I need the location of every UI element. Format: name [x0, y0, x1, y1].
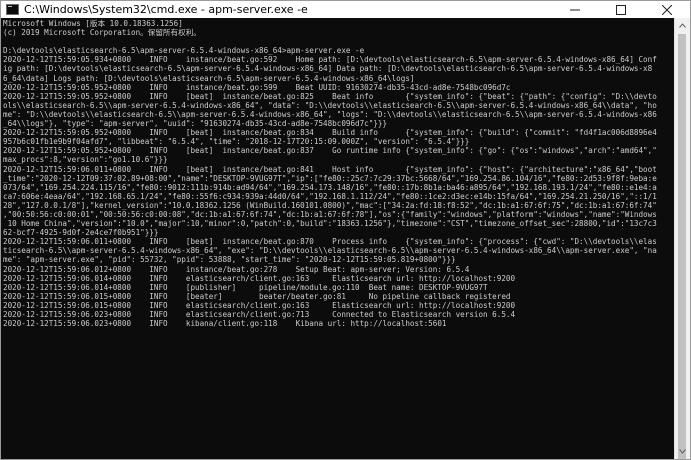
console-line: _64\\logs"}, "type": "apm-server", "uuid… [3, 119, 388, 129]
console-line: 28","127.0.0.1/8"],"kernel_version":"10.… [3, 200, 657, 210]
console-line: me": "D:\\devtools\\elasticsearch-6.5\\a… [3, 109, 657, 119]
console-line: 62-bcf7-4925-9d0f-2e4ce7f0b951"}}} [3, 228, 159, 238]
minimize-icon [570, 9, 580, 10]
console-line: 2020-12-12T15:59:06.014+0800 INFO [publi… [3, 282, 488, 292]
console-line: 957b6c01fb1e9b9f04afd7", "libbeat": "6.5… [3, 137, 470, 147]
console-line: 2020-12-12T15:59:05.952+0800 INFO [beat]… [3, 146, 657, 156]
console-line: 2020-12-12T15:59:06.023+0800 INFO kibana… [3, 319, 447, 329]
console-line: ca7:606e:4eaa/64","192.168.65.1/24","fe8… [3, 191, 657, 201]
console-line: D:\devtools\elasticsearch-6.5\apm-server… [3, 46, 365, 56]
chevron-down-icon [679, 449, 686, 454]
chevron-up-icon [679, 23, 686, 28]
console-line: 2020-12-12T15:59:06.011+0800 INFO [beat]… [3, 164, 657, 174]
console-line: me": "apm-server.exe", "pid": 55732, "pp… [3, 255, 456, 265]
console-line: 2020-12-12T15:59:06.014+0800 INFO elasti… [3, 273, 516, 283]
vertical-scrollbar[interactable] [674, 18, 690, 459]
close-icon [662, 4, 672, 15]
maximize-icon [616, 4, 626, 15]
console-line: 073/64","169.254.224.115/16","fe80::9012… [3, 182, 657, 192]
console-line: ols\\elasticsearch-6.5\\apm-server-6.5.4… [3, 100, 657, 110]
minimize-button[interactable] [552, 1, 598, 18]
scroll-down-button[interactable] [675, 444, 690, 459]
console-line: _time":"2020-12-12T09:37:02.89+08:00","n… [3, 173, 657, 183]
window-controls [552, 1, 690, 18]
console-line: 2020-12-12T15:59:05.952+0800 INFO [beat]… [3, 128, 657, 138]
console-line: 2020-12-12T15:59:06.015+0800 INFO [beate… [3, 291, 511, 301]
cmd-icon[interactable] [6, 4, 19, 15]
console-line: 2020-12-12T15:59:06.012+0800 INFO instan… [3, 264, 470, 274]
console-line: ticsearch-6.5\\apm-server-6.5.4-windows-… [3, 246, 657, 256]
scroll-up-button[interactable] [675, 18, 690, 33]
console-line: max_procs":8,"version":"go1.10.6"}}} [3, 155, 168, 165]
console-line: 2020-12-12T15:59:06.011+0800 INFO [beat]… [3, 237, 657, 247]
console-line: 6_64\data] Logs path: [D:\devtools\elast… [3, 73, 415, 83]
console-line: (c) 2019 Microsoft Corporation。保留所有权利。 [3, 28, 201, 38]
console-line: 2020-12-12T15:59:05.952+0800 INFO instan… [3, 82, 511, 92]
console-line: Microsoft Windows [版本 10.0.18363.1256] [3, 19, 183, 28]
console-line: 2020-12-12T15:59:06.015+0800 INFO elasti… [3, 300, 516, 310]
title-bar[interactable]: C:\Windows\System32\cmd.exe - apm-server… [1, 1, 690, 18]
scrollbar-thumb[interactable] [678, 34, 686, 459]
console-line: ig path: [D:\devtools\elasticsearch-6.5\… [3, 64, 653, 74]
maximize-button[interactable] [598, 1, 644, 18]
cmd-window: C:\Windows\System32\cmd.exe - apm-server… [0, 0, 691, 460]
console-line: 10 Home China","version":"10.0","major":… [3, 219, 657, 229]
console-line: 2020-12-12T15:59:05.934+0800 INFO instan… [3, 55, 657, 65]
console-line: 2020-12-12T15:59:06.023+0800 INFO elasti… [3, 310, 516, 319]
console-line: ,"00:50:56:c0:00:01","00:50:56:c0:00:08"… [3, 209, 657, 219]
close-button[interactable] [644, 1, 690, 18]
console-output[interactable]: Microsoft Windows [版本 10.0.18363.1256] (c… [1, 18, 675, 459]
window-title: C:\Windows\System32\cmd.exe - apm-server… [24, 3, 308, 16]
console-line: 2020-12-12T15:59:05.952+0800 INFO [beat]… [3, 91, 657, 101]
